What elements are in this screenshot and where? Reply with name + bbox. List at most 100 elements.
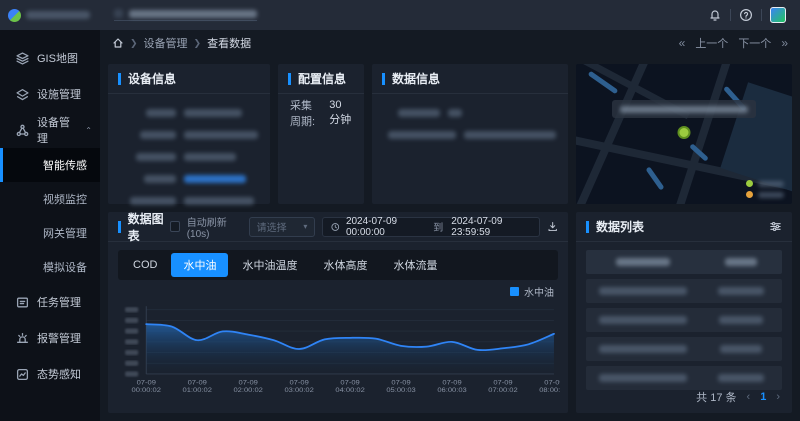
sidebar-item-situation-awareness[interactable]: 态势感知 [0,356,100,392]
redacted-label [140,131,176,139]
legend-swatch [510,287,519,296]
tab-oil-in-water[interactable]: 水中油 [171,253,228,277]
divider [730,9,731,21]
table-row[interactable] [586,279,782,303]
avatar[interactable] [770,7,786,23]
redacted-value [184,131,258,139]
sidebar-subitem-label: 网关管理 [43,225,87,241]
site-selector[interactable] [114,9,257,21]
line-chart[interactable]: 07-0900:00:0207-0901:00:0207-0902:00:020… [108,299,568,413]
redacted-cell [599,374,687,382]
legend-dot-orange [746,191,753,198]
tab-oil-temp[interactable]: 水中油温度 [230,253,309,277]
collect-period-label: 采集周期: [290,97,321,129]
redacted-cell [599,287,687,295]
clock-icon [331,222,340,232]
breadcrumb-bar: ❯ 设备管理 ❯ 查看数据 « 上一个 下一个 » [100,30,800,56]
chart-legend: 水中油 [108,282,568,299]
map-panel[interactable] [576,64,792,204]
prev-item-button[interactable]: 上一个 [695,35,728,51]
redacted-cell [599,345,687,353]
redacted-label [398,109,440,117]
data-info-row [384,124,556,146]
redacted-label [130,197,176,205]
breadcrumb-separator: ❯ [194,38,202,49]
table-row[interactable] [586,308,782,332]
redacted-value [464,131,556,139]
data-chart-card: 数据图表 自动刷新(10s) 请选择 ▾ 2024-07- [108,212,568,413]
trend-chart-icon [16,368,29,381]
help-icon[interactable] [739,8,753,22]
date-start-value[interactable]: 2024-07-09 00:00:00 [346,216,425,238]
config-info-row: 采集周期: 30分钟 [290,102,352,124]
layers-icon [16,52,29,65]
bell-icon[interactable] [708,8,722,22]
tab-cod[interactable]: COD [121,255,169,275]
redacted-legend-label [758,192,784,198]
config-info-card: 配置信息 采集周期: 30分钟 [278,64,364,204]
date-range-picker[interactable]: 2024-07-09 00:00:00 到 2024-07-09 23:59:5… [322,217,539,237]
redacted-col-header [725,258,757,266]
svg-text:07-0907:00:02: 07-0907:00:02 [488,380,517,394]
sidebar-item-task-mgmt[interactable]: 任务管理 [0,284,100,320]
redacted-value [184,109,242,117]
divider [761,9,762,21]
date-end-value[interactable]: 2024-07-09 23:59:59 [451,216,530,238]
auto-refresh-label: 自动刷新(10s) [187,214,242,240]
breadcrumb-view-data: 查看数据 [207,35,251,51]
svg-text:07-0905:00:03: 07-0905:00:03 [386,380,415,394]
redacted-cell [718,374,764,382]
svg-text:07-0901:00:02: 07-0901:00:02 [183,380,212,394]
redacted-link-value[interactable] [184,175,246,183]
download-icon[interactable] [547,220,558,233]
sidebar-item-smart-sensor[interactable]: 智能传感 [0,148,100,182]
svg-text:07-0902:00:02: 07-0902:00:02 [233,380,262,394]
device-info-title: 设备信息 [118,70,176,87]
page-number[interactable]: 1 [760,391,766,403]
next-item-button[interactable]: 下一个 [738,35,771,51]
home-icon[interactable] [112,37,124,49]
breadcrumb-device-mgmt[interactable]: 设备管理 [144,35,188,51]
breadcrumb: ❯ 设备管理 ❯ 查看数据 [112,35,251,51]
sidebar-item-video-monitor[interactable]: 视频监控 [0,182,100,216]
site-selector-icon [114,9,123,18]
chevron-up-icon: ⌃ [85,126,92,135]
next-page-icon[interactable]: › [776,391,780,403]
topbar [0,0,800,30]
sidebar-item-facility-mgmt[interactable]: 设施管理 [0,76,100,112]
sidebar-item-alarm-mgmt[interactable]: 报警管理 [0,320,100,356]
tab-water-flow[interactable]: 水体流量 [381,253,449,277]
sidebar-item-device-mgmt[interactable]: 设备管理 ⌃ [0,112,100,148]
data-info-row [384,102,556,124]
last-item-icon[interactable]: » [781,36,788,50]
sidebar-item-gis-map[interactable]: GIS地图 [0,40,100,76]
redacted-site-name [129,10,257,18]
tab-water-height[interactable]: 水体高度 [311,253,379,277]
chevron-down-icon: ▾ [303,222,307,231]
sidebar-item-simulated-device[interactable]: 模拟设备 [0,250,100,284]
legend-dot-green [746,180,753,187]
data-info-title: 数据信息 [382,70,440,87]
app-logo [0,9,100,22]
redacted-label [146,109,176,117]
date-to-label: 到 [433,219,443,234]
sliders-icon[interactable] [769,220,782,233]
auto-refresh-checkbox[interactable] [170,221,180,232]
prev-page-icon[interactable]: ‹ [747,391,751,403]
data-table [576,242,792,385]
sidebar-item-gateway-mgmt[interactable]: 网关管理 [0,216,100,250]
device-info-row [120,124,258,146]
table-row[interactable] [586,337,782,361]
device-info-card: 设备信息 [108,64,270,204]
map-road-highlight [645,166,664,190]
metric-select[interactable]: 请选择 ▾ [249,217,316,237]
map-tooltip [612,100,756,118]
map-marker-icon[interactable] [678,126,691,139]
svg-text:07-0906:00:03: 07-0906:00:03 [437,380,466,394]
device-nodes-icon [16,124,29,137]
first-item-icon[interactable]: « [679,36,686,50]
redacted-col-header [616,258,670,266]
svg-text:07-0904:00:02: 07-0904:00:02 [335,380,364,394]
alarm-icon [16,332,29,345]
sidebar-subitem-label: 模拟设备 [43,259,87,275]
